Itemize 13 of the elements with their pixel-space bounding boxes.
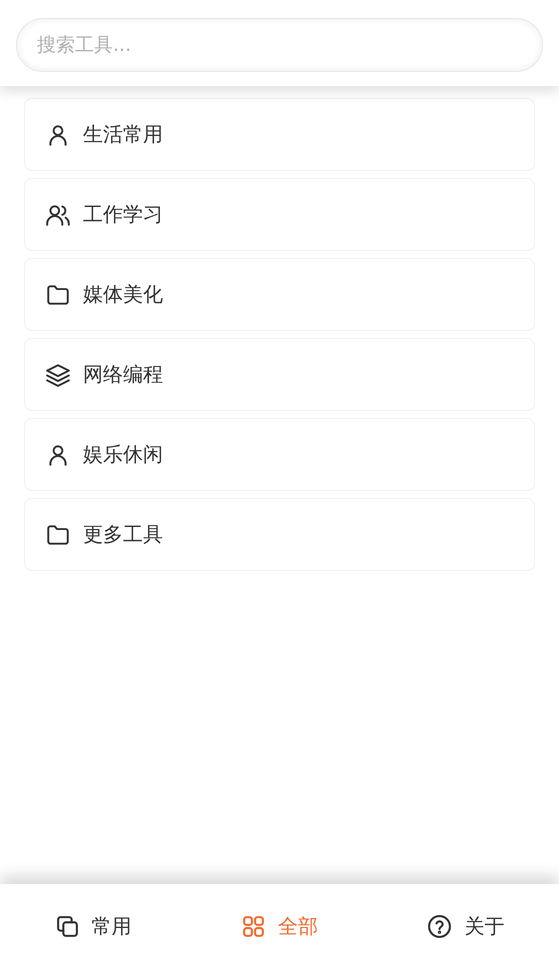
search-field[interactable]: 搜索工具...: [16, 18, 543, 72]
category-item[interactable]: 更多工具: [24, 498, 535, 571]
layers-icon: [45, 362, 71, 388]
grid-icon: [240, 914, 266, 938]
tab[interactable]: 关于: [372, 884, 559, 968]
tab[interactable]: 常用: [0, 884, 186, 968]
category-item[interactable]: 工作学习: [24, 178, 535, 251]
help-icon: [427, 914, 452, 938]
category-item[interactable]: 生活常用: [24, 98, 535, 171]
category-item[interactable]: 媒体美化: [24, 258, 535, 331]
copy-icon: [54, 914, 80, 938]
category-item[interactable]: 网络编程: [24, 338, 535, 411]
category-item[interactable]: 娱乐休闲: [24, 418, 535, 491]
